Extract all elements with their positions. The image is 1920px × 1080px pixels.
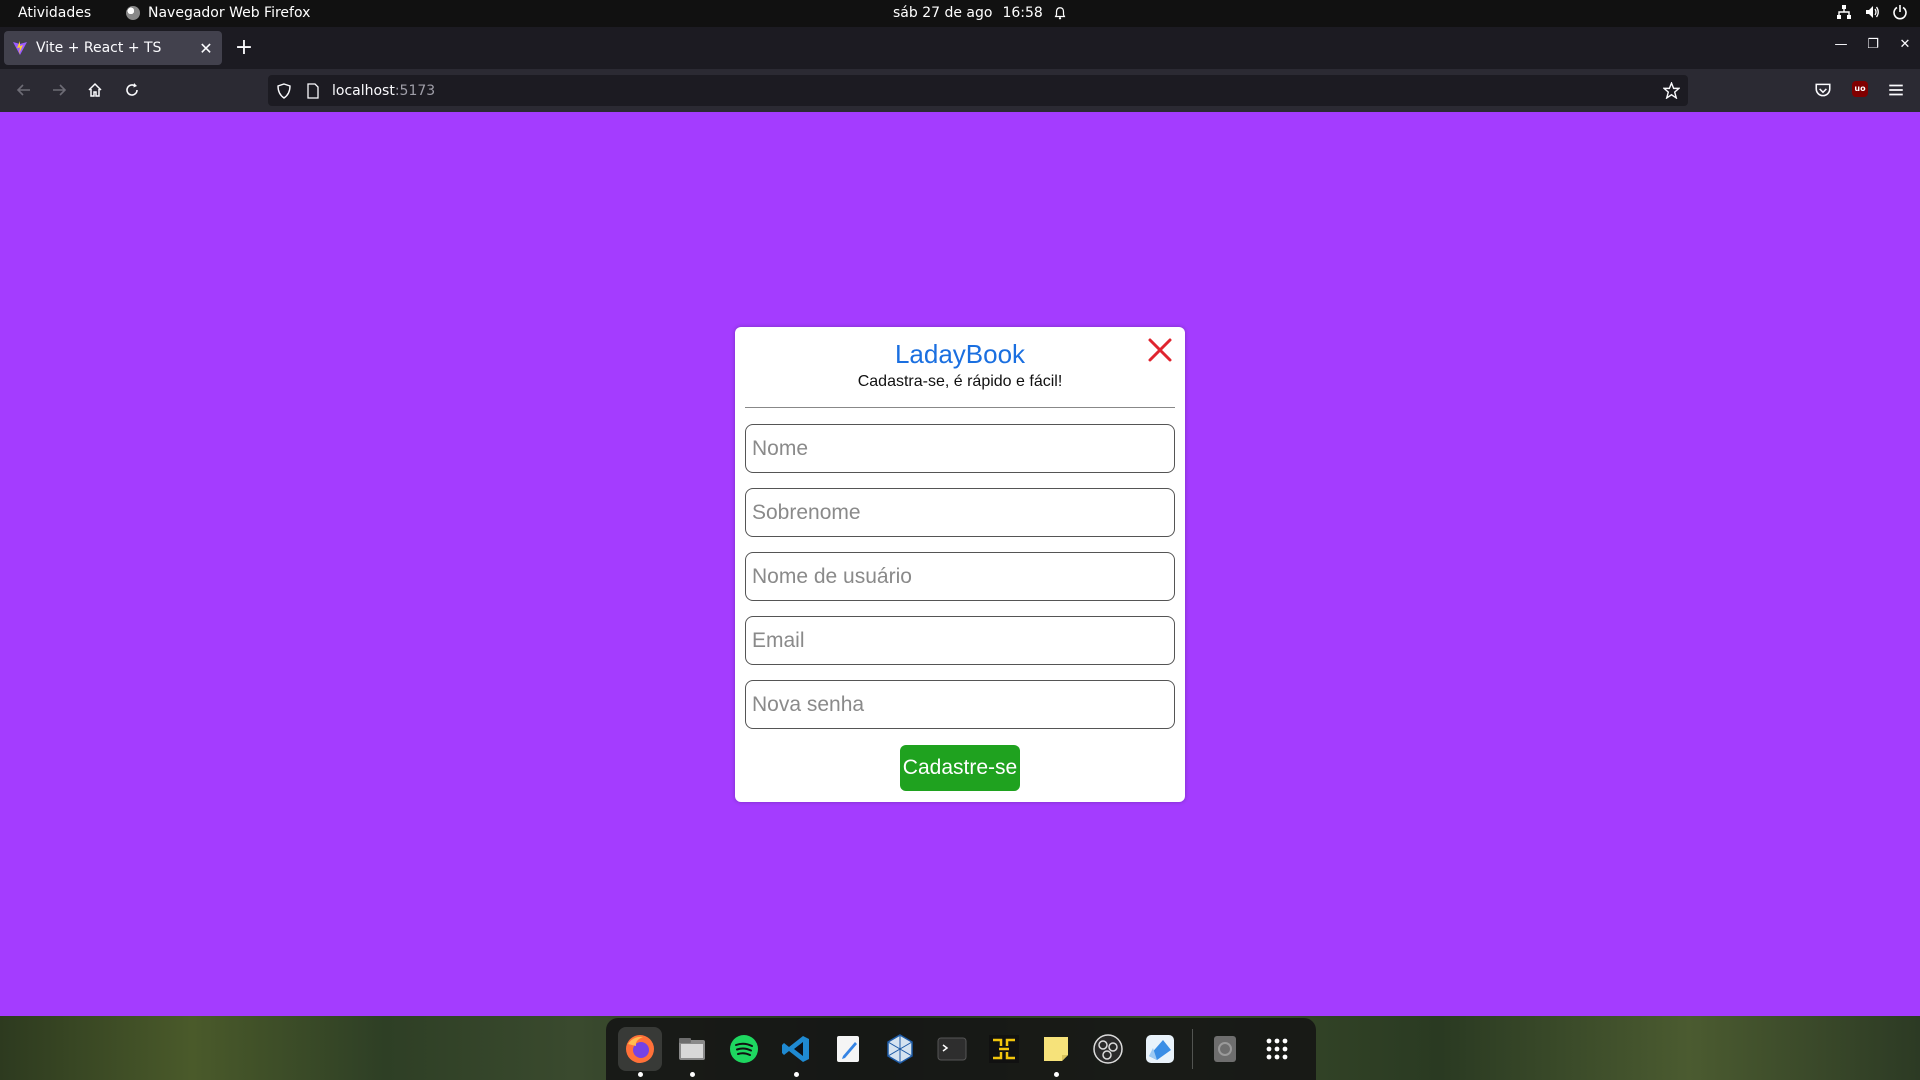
text-editor-icon[interactable] bbox=[826, 1027, 870, 1071]
power-icon[interactable] bbox=[1892, 4, 1908, 20]
files-icon[interactable] bbox=[670, 1027, 714, 1077]
network-icon[interactable] bbox=[1836, 4, 1852, 20]
obs-icon[interactable] bbox=[1086, 1027, 1130, 1071]
vite-favicon-icon bbox=[13, 41, 27, 55]
terminal-icon[interactable] bbox=[930, 1027, 974, 1071]
signup-modal: LadayBook Cadastra-se, é rápido e fácil!… bbox=[735, 327, 1185, 802]
show-apps-icon[interactable] bbox=[1255, 1027, 1299, 1071]
firefox-mini-icon bbox=[126, 6, 140, 20]
reload-icon[interactable] bbox=[121, 79, 143, 101]
back-icon[interactable] bbox=[13, 79, 35, 101]
forward-icon[interactable] bbox=[48, 79, 70, 101]
volume-icon[interactable] bbox=[1864, 4, 1880, 20]
url-host: localhost bbox=[332, 82, 395, 99]
window-controls: — ❐ ✕ bbox=[1834, 37, 1912, 52]
new-password-input[interactable] bbox=[745, 680, 1175, 729]
home-icon[interactable] bbox=[84, 79, 106, 101]
minimize-icon[interactable]: — bbox=[1834, 37, 1848, 52]
brand-title: LadayBook bbox=[894, 339, 1026, 369]
page-info-icon[interactable] bbox=[306, 82, 320, 99]
url-port: :5173 bbox=[394, 82, 436, 99]
ublock-icon[interactable]: uo bbox=[1852, 81, 1868, 97]
tab-title: Vite + React + TS bbox=[36, 40, 162, 56]
page-viewport: LadayBook Cadastra-se, é rápido e fácil!… bbox=[0, 112, 1920, 1016]
system-top-bar: Atividades Navegador Web Firefox sáb 27 … bbox=[0, 0, 1920, 27]
bookmark-star-icon[interactable] bbox=[1663, 82, 1680, 99]
new-tab-icon[interactable]: + bbox=[232, 37, 256, 61]
url-bar[interactable]: localhost:5173 bbox=[268, 75, 1688, 106]
spotify-icon[interactable] bbox=[722, 1027, 766, 1071]
menu-icon[interactable] bbox=[1887, 81, 1905, 99]
vscode-icon[interactable] bbox=[774, 1027, 818, 1077]
running-indicator bbox=[794, 1072, 799, 1077]
notification-bell-icon bbox=[1054, 7, 1066, 20]
username-input[interactable] bbox=[745, 552, 1175, 601]
running-indicator bbox=[690, 1072, 695, 1077]
app-menu[interactable]: Navegador Web Firefox bbox=[126, 5, 310, 21]
date-label: sáb 27 de ago bbox=[893, 5, 993, 21]
virtualbox-icon[interactable] bbox=[878, 1027, 922, 1071]
last-name-input[interactable] bbox=[745, 488, 1175, 537]
clock[interactable]: sáb 27 de ago 16:58 bbox=[893, 5, 1067, 21]
firefox-icon[interactable] bbox=[618, 1027, 662, 1077]
app-name: Navegador Web Firefox bbox=[148, 5, 311, 21]
time-label: 16:58 bbox=[1002, 5, 1043, 21]
restore-icon[interactable]: ❐ bbox=[1866, 37, 1880, 52]
pocket-icon[interactable] bbox=[1814, 81, 1832, 99]
modal-subtitle: Cadastra-se, é rápido e fácil! bbox=[857, 373, 1063, 390]
activities-button[interactable]: Atividades bbox=[18, 5, 91, 21]
disk-icon[interactable] bbox=[1203, 1027, 1247, 1071]
signup-button[interactable]: Cadastre-se bbox=[900, 745, 1020, 791]
dock-separator bbox=[1192, 1029, 1193, 1069]
dock bbox=[606, 1018, 1316, 1080]
modal-divider bbox=[745, 407, 1175, 408]
transfer-app-icon[interactable] bbox=[1138, 1027, 1182, 1071]
sticky-notes-icon[interactable] bbox=[1034, 1027, 1078, 1077]
running-indicator bbox=[1054, 1072, 1059, 1077]
tab-close-icon[interactable]: ✕ bbox=[194, 36, 218, 60]
desktop-wallpaper-strip bbox=[0, 1016, 1920, 1080]
network-tool-icon[interactable] bbox=[982, 1027, 1026, 1071]
close-window-icon[interactable]: ✕ bbox=[1898, 37, 1912, 52]
running-indicator bbox=[638, 1072, 643, 1077]
tracking-shield-icon[interactable] bbox=[276, 82, 292, 99]
browser-tab-bar: Vite + React + TS ✕ + — ❐ ✕ bbox=[0, 27, 1920, 69]
close-modal-icon[interactable] bbox=[1145, 335, 1175, 365]
system-tray[interactable] bbox=[1836, 4, 1908, 20]
email-input[interactable] bbox=[745, 616, 1175, 665]
tab-active[interactable]: Vite + React + TS ✕ bbox=[4, 31, 222, 65]
first-name-input[interactable] bbox=[745, 424, 1175, 473]
navigation-toolbar: localhost:5173 uo bbox=[0, 69, 1920, 112]
